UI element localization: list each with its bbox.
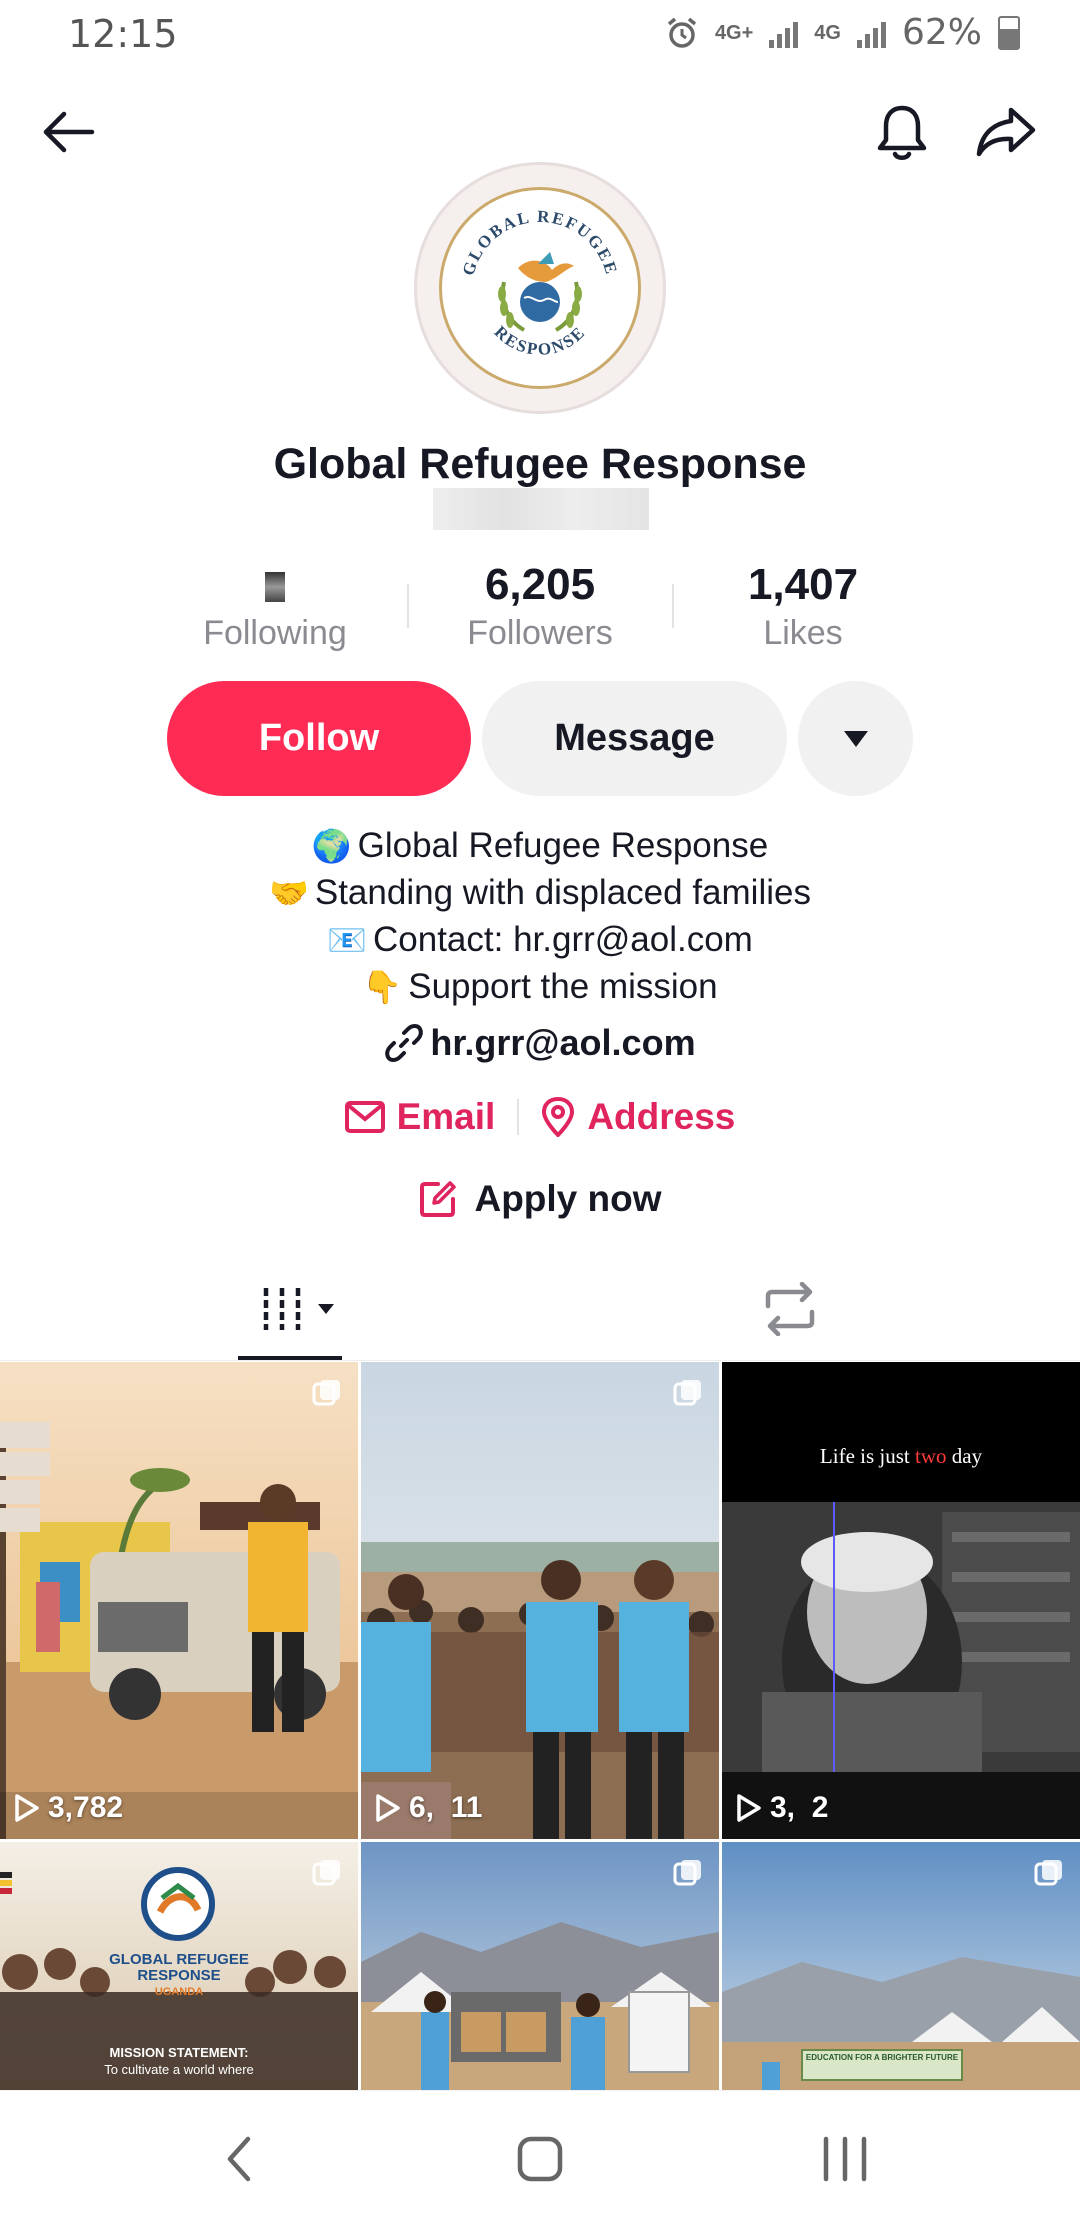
bio-link-text: hr.grr@aol.com bbox=[430, 1022, 696, 1063]
profile-name: Global Refugee Response bbox=[273, 440, 807, 488]
system-home-button[interactable] bbox=[516, 2135, 564, 2183]
address-button[interactable]: Address bbox=[519, 1096, 757, 1138]
edit-form-icon bbox=[420, 1181, 457, 1217]
contact-row: Email Address bbox=[0, 1096, 1080, 1138]
address-label: Address bbox=[587, 1096, 736, 1137]
home-square-icon bbox=[517, 2136, 563, 2182]
repost-icon bbox=[765, 1281, 815, 1337]
location-pin-icon bbox=[542, 1097, 575, 1137]
video-tile[interactable]: Life is just two day 3, 2 bbox=[722, 1362, 1080, 1839]
svg-text:RESPONSE: RESPONSE bbox=[491, 322, 590, 359]
video-thumbnail bbox=[0, 1362, 358, 1839]
video-tile[interactable]: 6, 11 bbox=[361, 1362, 719, 1839]
back-button[interactable] bbox=[28, 92, 108, 172]
video-caption-mission: MISSION STATEMENT: To cultivate a world … bbox=[104, 2045, 254, 2077]
play-icon bbox=[376, 1794, 400, 1822]
share-button[interactable] bbox=[966, 92, 1046, 172]
bio-line: 🤝 Standing with displaced families bbox=[269, 873, 811, 912]
avatar-text-bottom: RESPONSE bbox=[491, 322, 588, 359]
email-button[interactable]: Email bbox=[323, 1096, 518, 1138]
video-tile[interactable]: GLOBAL REFUGEE RESPONSE UGANDA MISSION S… bbox=[0, 1842, 358, 2090]
apply-now-button[interactable]: Apply now bbox=[0, 1178, 1080, 1220]
apply-now-label: Apply now bbox=[474, 1178, 662, 1219]
caret-down-icon bbox=[843, 730, 868, 747]
multi-photo-icon bbox=[312, 1378, 342, 1408]
more-options-button[interactable] bbox=[798, 681, 913, 796]
back-arrow-icon bbox=[43, 111, 95, 153]
multi-photo-icon bbox=[1034, 1858, 1064, 1888]
video-tile[interactable] bbox=[361, 1842, 719, 2090]
following-label: Following bbox=[203, 614, 347, 652]
battery-icon bbox=[998, 15, 1020, 50]
likes-label: Likes bbox=[763, 614, 843, 652]
stat-divider bbox=[672, 584, 674, 628]
tab-reposts[interactable] bbox=[760, 1281, 820, 1337]
message-button[interactable]: Message bbox=[482, 681, 787, 796]
video-tile[interactable]: EDUCATION FOR A BRIGHTER FUTURE bbox=[722, 1842, 1080, 2090]
video-thumbnail bbox=[361, 1842, 719, 2090]
following-count-redacted bbox=[155, 560, 395, 612]
followers-stat[interactable]: 6,205 Followers bbox=[420, 560, 660, 653]
play-icon bbox=[15, 1794, 39, 1822]
status-time: 12:15 bbox=[68, 12, 178, 56]
banner-text: EDUCATION FOR A BRIGHTER FUTURE bbox=[805, 2053, 959, 2062]
signal-icon-2 bbox=[856, 18, 886, 48]
multi-photo-icon bbox=[673, 1858, 703, 1888]
bio-line: 📧 Contact: hr.grr@aol.com bbox=[327, 920, 753, 959]
bio-link[interactable]: hr.grr@aol.com bbox=[0, 1022, 1080, 1064]
video-caption: GLOBAL REFUGEE RESPONSE UGANDA bbox=[109, 1951, 249, 1999]
video-tile[interactable]: 3,782 bbox=[0, 1362, 358, 1839]
alarm-icon bbox=[667, 17, 697, 48]
view-count: 3, 2 bbox=[736, 1791, 828, 1825]
battery-percent: 62% bbox=[901, 12, 982, 53]
following-stat[interactable]: Following bbox=[155, 560, 395, 653]
follow-button[interactable]: Follow bbox=[167, 681, 471, 796]
stat-divider bbox=[407, 584, 409, 628]
network-label-2: 4G bbox=[814, 21, 841, 44]
status-icons: 4G+ 4G 62% bbox=[665, 12, 1020, 53]
video-caption: Life is just two day bbox=[819, 1444, 983, 1468]
chevron-left-icon bbox=[227, 2136, 251, 2182]
share-icon bbox=[976, 107, 1036, 157]
signal-icon bbox=[769, 18, 799, 48]
network-label-1: 4G+ bbox=[714, 21, 754, 44]
bio-line: 🌍 Global Refugee Response bbox=[311, 826, 769, 865]
likes-stat[interactable]: 1,407 Likes bbox=[683, 560, 923, 653]
grid-videos-icon bbox=[263, 1288, 334, 1330]
video-thumbnail bbox=[722, 1362, 1080, 1839]
avatar-logo: GLOBAL REFUGEE RESPONSE bbox=[439, 187, 641, 389]
multi-photo-icon bbox=[673, 1378, 703, 1408]
bio-line: 👇 Support the mission bbox=[362, 967, 718, 1006]
avatar[interactable]: GLOBAL REFUGEE RESPONSE bbox=[414, 162, 666, 414]
system-back-button[interactable] bbox=[218, 2131, 262, 2187]
link-icon bbox=[385, 1024, 424, 1062]
multi-photo-icon bbox=[312, 1858, 342, 1888]
username-redacted bbox=[433, 488, 649, 530]
recents-icon bbox=[823, 2136, 867, 2182]
followers-label: Followers bbox=[467, 614, 613, 652]
play-icon bbox=[737, 1794, 761, 1822]
view-count: 3,782 bbox=[14, 1791, 123, 1825]
system-nav-bar bbox=[0, 2090, 1080, 2221]
followers-count: 6,205 bbox=[484, 560, 596, 609]
email-label: Email bbox=[396, 1096, 496, 1137]
likes-count: 1,407 bbox=[747, 560, 859, 609]
system-recents-button[interactable] bbox=[820, 2133, 870, 2185]
tab-videos[interactable] bbox=[262, 1284, 342, 1334]
view-count: 6, 11 bbox=[375, 1791, 482, 1825]
mail-icon bbox=[344, 1101, 385, 1133]
video-thumbnail bbox=[361, 1362, 719, 1839]
bell-icon bbox=[877, 105, 927, 160]
notifications-button[interactable] bbox=[862, 92, 942, 172]
tabs-divider bbox=[0, 1360, 1080, 1361]
